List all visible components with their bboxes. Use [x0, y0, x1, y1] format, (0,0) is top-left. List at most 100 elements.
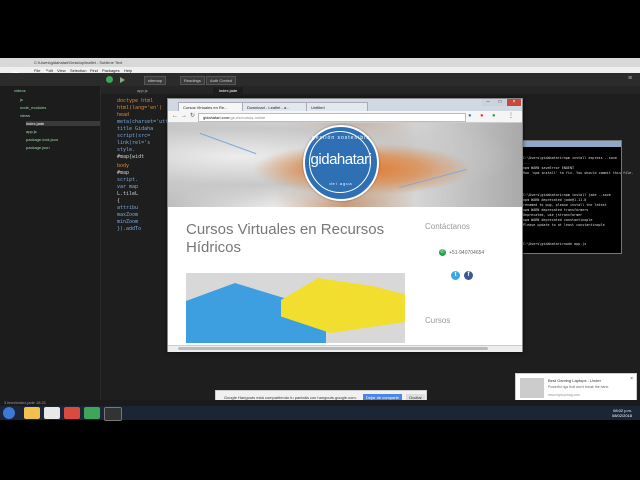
code-line: L.tileL — [117, 191, 139, 197]
back-icon[interactable]: ← — [172, 113, 178, 120]
code-line: var map — [117, 184, 139, 190]
extension-icon[interactable]: ● — [480, 113, 484, 120]
toolbar-auth-button[interactable]: Auth Control — [206, 76, 237, 85]
project-sidebar: videos js node_modules views index.jade … — [0, 86, 101, 400]
course-image[interactable] — [186, 273, 405, 343]
close-icon[interactable]: × — [630, 376, 633, 382]
code-line: head — [117, 112, 130, 118]
terminal-line: C:\Users\gidahatari>npm install express … — [523, 156, 617, 160]
menu-icon[interactable]: ≡ — [628, 75, 632, 82]
status-text: 3 lines\index.jade 18:21 — [4, 400, 47, 405]
forward-icon[interactable]: → — [181, 113, 187, 120]
notification-thumbnail — [520, 378, 544, 398]
browser-toolbar: ← → ↻ gidahatari.com/ge-es/cursos-online… — [168, 111, 522, 123]
tree-folder-views[interactable]: views — [20, 113, 30, 118]
tree-file-app-js[interactable]: app.js — [26, 129, 37, 134]
code-line: }).addTo — [117, 226, 142, 232]
code-line: body — [117, 163, 130, 169]
taskbar: 08:02 p.m. 08/02/2018 — [0, 406, 640, 421]
code-line: doctype html — [117, 98, 154, 104]
terminal-line: npm WARN saveError ENOENT — [523, 166, 575, 170]
map-river — [399, 168, 467, 189]
close-icon[interactable]: × — [507, 99, 521, 106]
code-line: #map{widt — [117, 154, 145, 160]
address-bar[interactable]: gidahatari.com/ge-es/cursos-online — [198, 113, 466, 122]
terminal-titlebar[interactable] — [521, 141, 621, 147]
terminal-line: renamed to pug, please install the lates… — [523, 203, 607, 207]
code-line: attribu — [117, 205, 139, 211]
twitter-icon[interactable]: t — [451, 271, 460, 280]
code-line: script(src= — [117, 133, 151, 139]
toolbar-readings-button[interactable]: Readings — [180, 76, 205, 85]
tree-file-index-jade[interactable]: index.jade — [26, 121, 100, 126]
notification-body: Powerful rigs that won't break the bank. — [548, 385, 610, 389]
terminal-line: C:\Users\gidahatari>node app.js — [523, 242, 587, 246]
code-line: #map — [117, 170, 130, 176]
browser-window[interactable]: Cursos Virtuales en Re... Download - Lea… — [167, 98, 523, 352]
terminal-line: Deprecated, use jstransformer — [523, 213, 583, 217]
play-icon[interactable] — [120, 77, 125, 83]
code-line: style. — [117, 147, 136, 153]
whatsapp-icon: ✆ — [439, 249, 446, 256]
terminal-line: Run 'npm install' to fix. You should com… — [523, 171, 634, 175]
toolbar-sitemap-button[interactable]: sitemap — [144, 76, 167, 85]
tab-app-js[interactable]: app.js — [131, 87, 154, 94]
terminal-line: C:\Users\gidahatari>npm install jade --s… — [523, 193, 611, 197]
url-path: /ge-es/cursos-online — [229, 115, 266, 120]
terminal-window[interactable]: C:\Users\gidahatari>npm install express … — [520, 140, 633, 254]
editor-title: C:\Users\gidahatari\Desktop\leaflet - Su… — [34, 60, 123, 65]
map-river — [199, 132, 257, 155]
shield-icon[interactable] — [106, 76, 113, 83]
code-line: script. — [117, 177, 139, 183]
browser-tabstrip: Cursos Virtuales en Re... Download - Lea… — [168, 99, 522, 112]
hero-banner: gestión sostenible gidahatari del agua — [168, 123, 522, 207]
code-line: html(lang='en') — [117, 105, 163, 111]
start-button[interactable] — [3, 407, 15, 419]
browser-menu-icon[interactable]: ⋮ — [508, 113, 514, 120]
clock-date: 08/02/2018 — [611, 413, 632, 418]
terminal-line: Please update to at least constantinople — [523, 223, 605, 227]
code-line: { — [117, 198, 121, 204]
terminal-icon[interactable] — [104, 407, 122, 421]
phone-contact[interactable]: ✆ +51-940704654 — [439, 249, 484, 256]
code-line: title Gidaha — [117, 126, 154, 132]
terminal-line: ... — [523, 161, 530, 165]
minimize-icon[interactable]: – — [482, 99, 494, 106]
code-line: minZoom — [117, 219, 139, 225]
notification-site: www.laptopmag.com — [548, 393, 581, 397]
reload-icon[interactable]: ↻ — [190, 113, 195, 120]
extension-icon[interactable]: ● — [492, 113, 496, 120]
editor-titlebar: C:\Users\gidahatari\Desktop\leaflet - Su… — [0, 58, 640, 67]
terminal-line: npm WARN deprecated constantinople — [523, 218, 593, 222]
tree-folder-videos[interactable]: videos — [14, 88, 26, 93]
explorer-icon[interactable] — [24, 407, 40, 419]
maximize-icon[interactable]: □ — [494, 99, 506, 106]
scrollbar-thumb[interactable] — [178, 347, 488, 350]
tab-index-jade[interactable]: index.jade — [213, 87, 244, 94]
tree-folder-node-modules[interactable]: node_modules — [20, 105, 46, 110]
url-host: gidahatari.com — [203, 115, 230, 120]
chrome-icon[interactable] — [64, 407, 80, 419]
contact-heading: Contáctanos — [425, 222, 470, 231]
editor-tabbar: app.js index.jade — [101, 86, 640, 94]
terminal-line: npm WARN deprecated jade@1.11.0 — [523, 198, 587, 202]
system-clock[interactable]: 08:02 p.m. 08/02/2018 — [612, 408, 632, 418]
facebook-icon[interactable]: f — [464, 271, 473, 280]
webpage-content[interactable]: gestión sostenible gidahatari del agua C… — [168, 123, 522, 345]
cursos-heading: Cursos — [425, 316, 451, 325]
logo-wordmark: gidahatari — [310, 151, 372, 168]
tree-file-package-lock[interactable]: package-lock.json — [26, 137, 58, 142]
phone-number: +51-940704654 — [449, 249, 485, 256]
extension-icon[interactable]: ● — [468, 113, 472, 120]
tree-folder-js[interactable]: js — [20, 97, 23, 102]
code-line: maxZoom — [117, 212, 139, 218]
ad-notification[interactable]: Best Gaming Laptops - Under Powerful rig… — [515, 373, 637, 403]
hangouts-icon[interactable] — [84, 407, 100, 419]
editor-toolbar: sitemap Readings Auth Control ≡ — [0, 73, 640, 86]
app-icon[interactable] — [44, 407, 60, 419]
terminal-line: npm WARN deprecated transformers — [523, 208, 589, 212]
horizontal-scrollbar[interactable] — [168, 345, 522, 352]
page-title: Cursos Virtuales en Recursos Hídricos — [186, 221, 385, 256]
tree-file-package-json[interactable]: package.json — [26, 145, 50, 150]
gidahatari-logo[interactable]: gestión sostenible gidahatari del agua — [303, 125, 379, 201]
